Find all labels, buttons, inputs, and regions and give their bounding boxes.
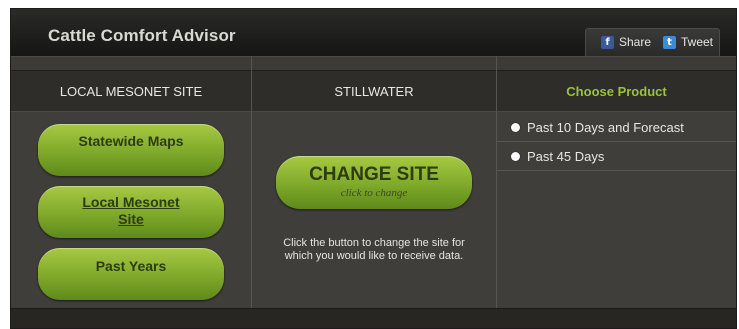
cattle-comfort-panel: Cattle Comfort Advisor f Share t Tweet L… — [10, 8, 737, 329]
column-divider — [496, 56, 497, 308]
column-divider — [251, 56, 252, 308]
product-option-past-45-days[interactable]: Past 45 Days — [497, 143, 736, 170]
statewide-maps-label: Statewide Maps — [78, 133, 184, 149]
share-button[interactable]: f Share — [601, 35, 651, 49]
column-header-local-site: LOCAL MESONET SITE — [11, 70, 251, 112]
change-site-help-text: Click the button to change the site for … — [283, 237, 465, 262]
change-site-button[interactable]: CHANGE SITE click to change — [276, 156, 472, 209]
tweet-label: Tweet — [681, 35, 714, 49]
tweet-button[interactable]: t Tweet — [663, 35, 713, 49]
product-option-label: Past 45 Days — [527, 149, 605, 164]
column-header-choose-product: Choose Product — [497, 70, 736, 112]
change-site-label: CHANGE SITE — [309, 164, 439, 185]
row-divider — [497, 141, 736, 142]
footer-bar — [11, 308, 736, 328]
statewide-maps-button[interactable]: Statewide Maps — [38, 124, 224, 176]
product-option-past-10-days[interactable]: Past 10 Days and Forecast — [497, 114, 736, 141]
header-bar: Cattle Comfort Advisor f Share t Tweet — [11, 9, 736, 56]
past-years-button[interactable]: Past Years — [38, 248, 224, 300]
product-option-label: Past 10 Days and Forecast — [527, 120, 684, 135]
local-mesonet-site-button[interactable]: Local Mesonet Site — [38, 186, 224, 238]
middle-column — [252, 112, 496, 308]
social-share-box: f Share t Tweet — [585, 28, 720, 56]
header-divider-strip — [11, 56, 736, 70]
app-title: Cattle Comfort Advisor — [48, 26, 236, 45]
column-header-site-name: STILLWATER — [252, 70, 496, 112]
radio-button[interactable] — [511, 123, 520, 132]
local-mesonet-site-label: Local Mesonet Site — [82, 194, 180, 227]
share-label: Share — [619, 35, 652, 49]
change-site-sublabel: click to change — [340, 187, 408, 199]
row-divider — [497, 170, 736, 171]
twitter-icon: t — [663, 35, 676, 49]
past-years-label: Past Years — [95, 258, 167, 274]
facebook-icon: f — [601, 35, 614, 49]
radio-button[interactable] — [511, 152, 520, 161]
